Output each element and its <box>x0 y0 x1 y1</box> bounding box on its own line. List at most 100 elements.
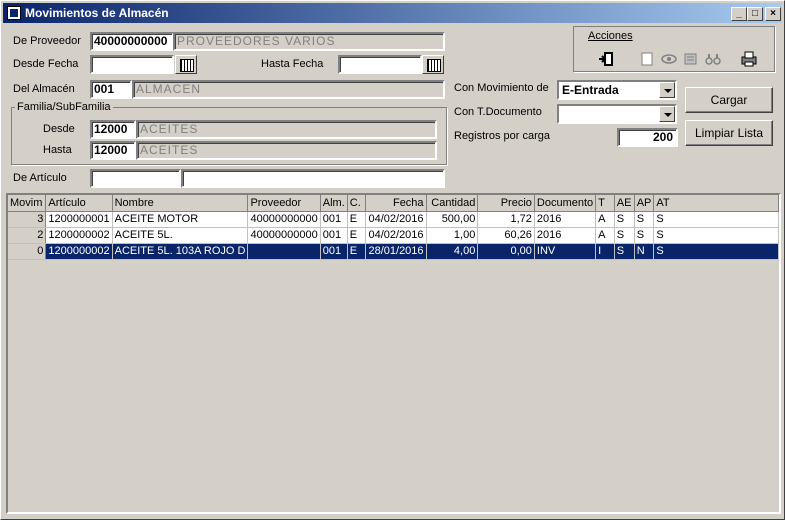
familia-group-title: Familia/SubFamilia <box>15 101 113 113</box>
acciones-menu[interactable]: Acciones <box>588 30 633 42</box>
refresh-icon[interactable] <box>681 49 701 69</box>
binoculars-icon[interactable] <box>703 49 723 69</box>
table-cell[interactable]: 1200000002 <box>45 243 113 260</box>
app-icon <box>7 6 21 20</box>
desde-fecha-label: Desde Fecha <box>13 58 79 70</box>
table-cell[interactable]: A <box>595 227 615 244</box>
chevron-down-icon[interactable] <box>659 82 675 98</box>
column-header[interactable]: Precio <box>477 195 535 212</box>
table-cell[interactable]: 04/02/2016 <box>365 211 427 228</box>
registros-label: Registros por carga <box>454 130 550 142</box>
column-header[interactable]: C. <box>347 195 366 212</box>
close-button[interactable]: × <box>765 7 781 21</box>
table-cell[interactable]: 40000000000 <box>247 211 321 228</box>
column-header[interactable]: Cantidad <box>426 195 479 212</box>
table-cell[interactable]: 001 <box>320 227 348 244</box>
table-cell[interactable]: 2 <box>8 227 47 244</box>
table-cell[interactable]: 40000000000 <box>247 227 321 244</box>
table-cell[interactable]: 2016 <box>534 211 597 228</box>
table-cell[interactable]: 04/02/2016 <box>365 227 427 244</box>
table-cell[interactable]: 0 <box>8 243 47 260</box>
table-cell[interactable]: E <box>347 227 366 244</box>
articulo-name-field[interactable] <box>181 169 445 188</box>
title-bar[interactable]: Movimientos de Almacén _ □ × <box>3 3 782 23</box>
hasta-fecha-field[interactable] <box>338 55 422 74</box>
table-cell[interactable]: 0,00 <box>477 243 535 260</box>
exit-icon[interactable] <box>597 49 617 69</box>
column-header[interactable]: Artículo <box>45 195 113 212</box>
column-header[interactable]: AT <box>653 195 779 212</box>
table-cell[interactable]: 001 <box>320 243 348 260</box>
table-cell[interactable]: E <box>347 243 366 260</box>
hasta-calendar-icon[interactable] <box>422 55 444 74</box>
column-header[interactable]: Alm. <box>320 195 348 212</box>
column-header[interactable]: Documento <box>534 195 597 212</box>
movimiento-select[interactable]: E-Entrada <box>557 80 677 100</box>
table-row[interactable]: 3 1200000001 ACEITE MOTOR 40000000000 001 E 04… <box>8 211 779 228</box>
registros-field[interactable]: 200 <box>617 128 678 147</box>
printer-icon[interactable] <box>739 49 759 69</box>
familia-hasta-label: Hasta <box>43 144 72 156</box>
table-cell[interactable]: 2016 <box>534 227 597 244</box>
table-cell[interactable]: 001 <box>320 211 348 228</box>
table-cell[interactable]: 1,00 <box>426 227 479 244</box>
desde-fecha-field[interactable] <box>90 55 174 74</box>
table-cell[interactable]: I <box>595 243 615 260</box>
table-cell[interactable]: 500,00 <box>426 211 479 228</box>
familia-hasta-code-field[interactable]: 12000 <box>90 141 136 160</box>
table-cell[interactable]: N <box>634 243 655 260</box>
table-cell[interactable]: ACEITE 5L. <box>112 227 249 244</box>
table-cell[interactable]: S <box>614 211 635 228</box>
table-cell[interactable]: S <box>634 211 655 228</box>
table-cell[interactable]: 1200000002 <box>45 227 113 244</box>
tdocumento-select[interactable] <box>557 104 677 124</box>
table-cell[interactable]: 60,26 <box>477 227 535 244</box>
table-cell[interactable]: S <box>653 243 779 260</box>
minimize-button[interactable]: _ <box>731 7 747 21</box>
column-header[interactable]: Movim <box>8 195 47 212</box>
table-cell[interactable]: S <box>653 211 779 228</box>
table-cell[interactable] <box>247 243 321 260</box>
table-cell[interactable]: INV <box>534 243 597 260</box>
almacen-name-field: ALMACEN <box>132 80 445 99</box>
table-cell[interactable]: S <box>614 243 635 260</box>
proveedor-label: De Proveedor <box>13 35 81 47</box>
cargar-button[interactable]: Cargar <box>685 87 773 113</box>
table-cell[interactable]: ACEITE MOTOR <box>112 211 249 228</box>
desde-calendar-icon[interactable] <box>175 55 197 74</box>
table-cell[interactable]: 3 <box>8 211 47 228</box>
table-cell[interactable]: 4,00 <box>426 243 479 260</box>
articulo-code-field[interactable] <box>90 169 181 188</box>
table-row[interactable]: 2 1200000002 ACEITE 5L. 40000000000 001 E 04/0… <box>8 227 779 244</box>
column-header[interactable]: T <box>595 195 615 212</box>
familia-desde-label: Desde <box>43 123 75 135</box>
table-cell[interactable]: S <box>634 227 655 244</box>
table-cell[interactable]: ACEITE 5L. 103A ROJO D <box>112 243 249 260</box>
column-header[interactable]: Fecha <box>365 195 427 212</box>
table-cell[interactable]: 28/01/2016 <box>365 243 427 260</box>
familia-desde-code-field[interactable]: 12000 <box>90 120 136 139</box>
column-header[interactable]: AP <box>634 195 655 212</box>
proveedor-code-field[interactable]: 40000000000 <box>90 32 174 51</box>
tdocumento-label: Con T.Documento <box>454 106 542 118</box>
column-header[interactable]: AE <box>614 195 635 212</box>
chevron-down-icon[interactable] <box>659 106 675 122</box>
maximize-button[interactable]: □ <box>747 7 763 21</box>
table-cell[interactable]: 1,72 <box>477 211 535 228</box>
table-cell[interactable]: A <box>595 211 615 228</box>
eye-icon[interactable] <box>659 49 679 69</box>
table-cell[interactable]: S <box>614 227 635 244</box>
grid-header: Movim Artículo Nombre Proveedor Alm. C. Fecha C… <box>8 195 779 212</box>
limpiar-lista-button[interactable]: Limpiar Lista <box>685 120 773 146</box>
main-window: Movimientos de Almacén _ □ × De Proveedo… <box>0 0 785 520</box>
table-cell[interactable]: S <box>653 227 779 244</box>
column-header[interactable]: Proveedor <box>247 195 321 212</box>
table-cell[interactable]: 1200000001 <box>45 211 113 228</box>
table-row[interactable]: 0 1200000002 ACEITE 5L. 103A ROJO D 001 E 28/… <box>8 243 779 260</box>
column-header[interactable]: Nombre <box>112 195 249 212</box>
proveedor-name-field: PROVEEDORES VARIOS <box>173 32 445 51</box>
almacen-code-field[interactable]: 001 <box>90 80 132 99</box>
document-icon[interactable] <box>637 49 657 69</box>
movimientos-grid[interactable]: Movim Artículo Nombre Proveedor Alm. C. Fecha C… <box>6 193 781 514</box>
table-cell[interactable]: E <box>347 211 366 228</box>
